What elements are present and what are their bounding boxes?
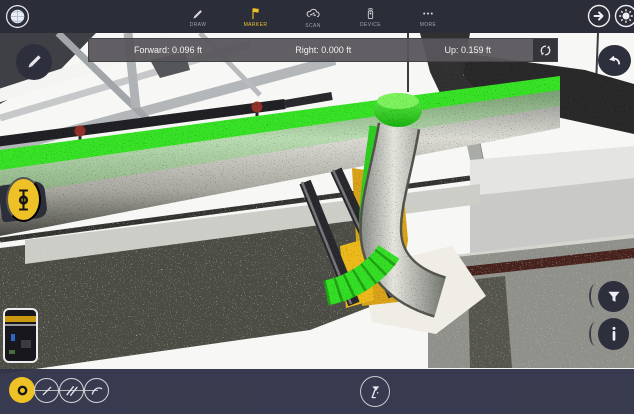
globe-icon[interactable] [5,4,30,29]
sun-icon[interactable] [614,4,634,28]
scan-cloud-icon [305,6,321,22]
tab-scan-label: SCAN [305,22,321,29]
tab-more[interactable]: MORE [402,2,454,32]
forward-arrow-icon[interactable] [587,4,611,28]
tab-draw-label: DRAW [189,22,207,28]
reset-measure-button[interactable] [533,39,557,61]
pointcloud-scanner-app: DRAW MARKER SCAN DEVICE MORE Forward: 0.… [0,0,634,414]
tab-draw[interactable]: DRAW [172,2,224,32]
top-toolbar: DRAW MARKER SCAN DEVICE MORE [0,0,634,33]
thumbnail-detail [11,334,15,341]
tab-more-label: MORE [419,22,437,28]
vertical-move-icon [18,188,29,211]
point-tool-icon [17,385,27,395]
more-dots-icon [420,6,436,21]
arc-tool-icon [91,386,102,395]
tab-marker-label: MARKER [243,22,268,28]
pointcloud-scene [0,0,634,414]
parallel-tool-button[interactable] [59,378,84,403]
tab-device[interactable]: DEVICE [345,2,397,32]
filter-icon [607,291,620,302]
measure-up: Up: 0.159 ft [444,45,491,55]
line-tool-button[interactable] [34,378,59,403]
pointcloud-viewport[interactable] [0,0,634,414]
thumbnail-detail [21,340,31,348]
parallel-tool-icon [65,385,78,396]
thumbnail-line [5,324,36,326]
main-nav: DRAW MARKER SCAN DEVICE MORE [172,2,454,32]
thumbnail-content [5,316,36,322]
measure-forward: Forward: 0.096 ft [134,45,203,55]
measurement-bar: Forward: 0.096 ft Right: 0.000 ft Up: 0.… [88,38,558,62]
filter-button[interactable] [598,281,629,312]
undo-icon [608,55,620,64]
top-bar-right [587,4,634,28]
arc-tool-button[interactable] [84,378,109,403]
vertical-move-button[interactable] [6,177,41,222]
flag-icon [248,6,263,21]
draw-tool-button[interactable] [16,44,52,80]
camera-preview-thumbnail[interactable] [3,308,38,363]
tab-marker[interactable]: MARKER [230,2,282,32]
scanner-tool-icon [371,385,380,398]
point-tool-button[interactable] [9,377,35,403]
tab-scan[interactable]: SCAN [287,2,339,32]
scanner-position-button[interactable] [360,376,390,407]
device-icon [363,6,378,21]
tab-device-label: DEVICE [359,22,382,28]
info-icon [612,326,615,341]
sync-icon [540,45,550,55]
draw-tool-icon [28,55,41,68]
line-tool-icon [42,386,51,395]
measure-right: Right: 0.000 ft [295,45,352,55]
thumbnail-detail [9,350,15,354]
pencil-icon [191,6,206,21]
undo-button[interactable] [598,45,631,76]
info-button[interactable] [598,318,629,350]
